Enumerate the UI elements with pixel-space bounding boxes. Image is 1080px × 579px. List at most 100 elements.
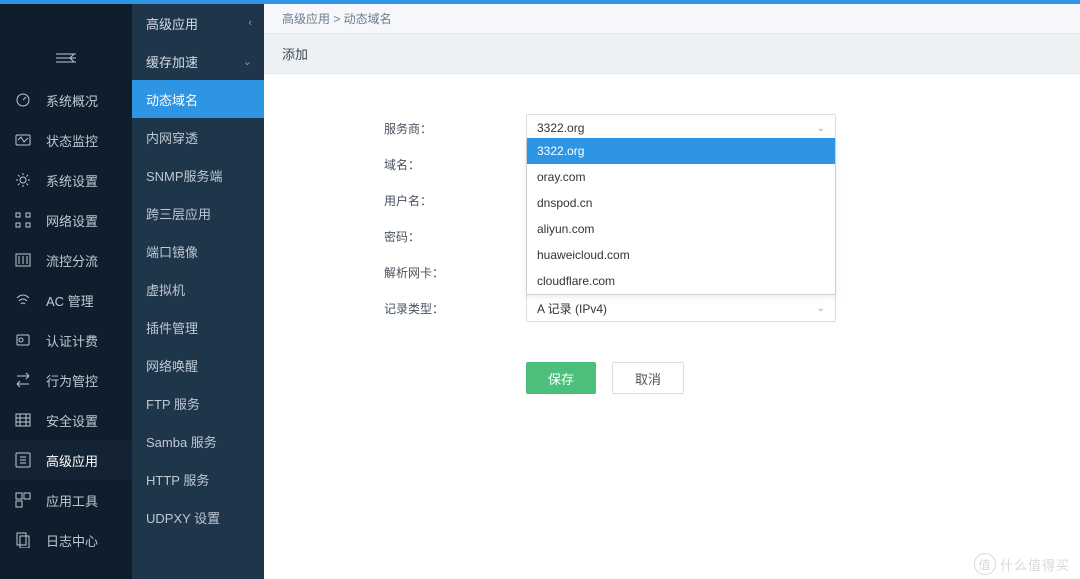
nav-item-ac-management[interactable]: AC 管理 xyxy=(0,280,132,320)
label-password: 密码： xyxy=(264,228,414,245)
save-button[interactable]: 保存 xyxy=(526,362,596,394)
sec-item-label: SNMP服务端 xyxy=(146,166,223,185)
form-area: 服务商： 3322.org ⌄ 域名： * 用户名： xyxy=(264,74,1080,394)
nav-label: 流控分流 xyxy=(46,251,98,270)
sec-item-port-mirror[interactable]: 端口镜像 xyxy=(132,232,264,270)
sec-item-label: 虚拟机 xyxy=(146,280,185,299)
option-label: huaweicloud.com xyxy=(537,248,630,262)
option-label: 3322.org xyxy=(537,144,584,158)
nav-label: AC 管理 xyxy=(46,291,94,310)
nav-item-network-settings[interactable]: 网络设置 xyxy=(0,200,132,240)
nav-label: 应用工具 xyxy=(46,491,98,510)
logo-collapse-area[interactable] xyxy=(0,4,132,80)
nav-item-system-overview[interactable]: 系统概况 xyxy=(0,80,132,120)
sec-item-label: 内网穿透 xyxy=(146,128,198,147)
nav-item-auth-billing[interactable]: 认证计费 xyxy=(0,320,132,360)
nav-item-app-tools[interactable]: 应用工具 xyxy=(0,480,132,520)
sec-item-label: 网络唤醒 xyxy=(146,356,198,375)
secondary-group[interactable]: 缓存加速 ⌄ xyxy=(132,42,264,80)
nav-label: 系统设置 xyxy=(46,171,98,190)
watermark-text: 什么值得买 xyxy=(1000,555,1070,574)
select-record-type-value: A 记录 (IPv4) xyxy=(537,300,607,317)
option-label: aliyun.com xyxy=(537,222,594,236)
nav-label: 系统概况 xyxy=(46,91,98,110)
page-title: 添加 xyxy=(264,34,1080,74)
nav-label: 日志中心 xyxy=(46,531,98,550)
wifi-icon xyxy=(14,291,32,309)
gear-icon xyxy=(14,171,32,189)
sec-item-udpxy[interactable]: UDPXY 设置 xyxy=(132,498,264,536)
breadcrumb: 高级应用 > 动态域名 xyxy=(264,4,1080,34)
sec-item-ftp[interactable]: FTP 服务 xyxy=(132,384,264,422)
monitor-icon xyxy=(14,131,32,149)
dropdown-option[interactable]: aliyun.com xyxy=(527,216,835,242)
sec-item-ddns[interactable]: 动态域名 xyxy=(132,80,264,118)
sec-item-plugin[interactable]: 插件管理 xyxy=(132,308,264,346)
nav-item-advanced-apps[interactable]: 高级应用 xyxy=(0,440,132,480)
select-provider-value: 3322.org xyxy=(537,121,584,135)
nav-item-security-settings[interactable]: 安全设置 xyxy=(0,400,132,440)
network-icon xyxy=(14,211,32,229)
cancel-button[interactable]: 取消 xyxy=(612,362,684,394)
option-label: dnspod.cn xyxy=(537,196,592,210)
chevron-left-icon: ‹ xyxy=(248,17,252,29)
watermark: 值 什么值得买 xyxy=(974,553,1070,575)
buttons-row: 保存 取消 xyxy=(526,362,1080,394)
page-title-text: 添加 xyxy=(282,44,308,63)
sec-item-cross-layer[interactable]: 跨三层应用 xyxy=(132,194,264,232)
behavior-icon xyxy=(14,371,32,389)
label-domain: 域名： xyxy=(264,156,414,173)
nav-item-log-center[interactable]: 日志中心 xyxy=(0,520,132,560)
dropdown-option[interactable]: oray.com xyxy=(527,164,835,190)
label-record-type: 记录类型： xyxy=(264,300,414,317)
nav-item-status-monitor[interactable]: 状态监控 xyxy=(0,120,132,160)
sec-item-label: 插件管理 xyxy=(146,318,198,337)
chevron-down-icon: ⌄ xyxy=(817,123,825,134)
nav-label: 行为管控 xyxy=(46,371,98,390)
dropdown-option[interactable]: cloudflare.com xyxy=(527,268,835,294)
sec-item-samba[interactable]: Samba 服务 xyxy=(132,422,264,460)
secondary-header[interactable]: 高级应用 ‹ xyxy=(132,4,264,42)
dropdown-option[interactable]: dnspod.cn xyxy=(527,190,835,216)
chevron-down-icon: ⌄ xyxy=(243,55,252,68)
sec-item-label: 跨三层应用 xyxy=(146,204,211,223)
sec-item-label: UDPXY 设置 xyxy=(146,508,220,527)
nav-item-flow-control[interactable]: 流控分流 xyxy=(0,240,132,280)
primary-sidebar: 系统概况 状态监控 系统设置 网络设置 流控分流 AC 管理 认证计费 行为管 xyxy=(0,4,132,579)
nav-item-behavior-control[interactable]: 行为管控 xyxy=(0,360,132,400)
watermark-icon: 值 xyxy=(974,553,996,575)
apps-icon xyxy=(14,451,32,469)
sec-item-http[interactable]: HTTP 服务 xyxy=(132,460,264,498)
secondary-header-label: 高级应用 xyxy=(146,14,198,33)
tools-icon xyxy=(14,491,32,509)
nav-label: 安全设置 xyxy=(46,411,98,430)
flow-icon xyxy=(14,251,32,269)
nav-label: 认证计费 xyxy=(46,331,98,350)
nav-label: 网络设置 xyxy=(46,211,98,230)
sec-item-label: HTTP 服务 xyxy=(146,470,209,489)
option-label: cloudflare.com xyxy=(537,274,615,288)
breadcrumb-text: 高级应用 > 动态域名 xyxy=(282,10,392,27)
dropdown-option[interactable]: huaweicloud.com xyxy=(527,242,835,268)
nav-item-system-settings[interactable]: 系统设置 xyxy=(0,160,132,200)
sec-item-label: FTP 服务 xyxy=(146,394,200,413)
collapse-icon xyxy=(56,50,76,66)
dropdown-option[interactable]: 3322.org xyxy=(527,138,835,164)
auth-icon xyxy=(14,331,32,349)
secondary-group-label: 缓存加速 xyxy=(146,52,198,71)
logs-icon xyxy=(14,531,32,549)
main-content: 高级应用 > 动态域名 添加 服务商： 3322.org ⌄ 域名： xyxy=(264,4,1080,579)
sec-item-label: 端口镜像 xyxy=(146,242,198,261)
nav-label: 状态监控 xyxy=(46,131,98,150)
secondary-sidebar: 高级应用 ‹ 缓存加速 ⌄ 动态域名 内网穿透 SNMP服务端 跨三层应用 端口… xyxy=(132,4,264,579)
sec-item-intranet[interactable]: 内网穿透 xyxy=(132,118,264,156)
sec-item-label: 动态域名 xyxy=(146,90,198,109)
sec-item-wol[interactable]: 网络唤醒 xyxy=(132,346,264,384)
label-nic: 解析网卡： xyxy=(264,264,414,281)
sec-item-vm[interactable]: 虚拟机 xyxy=(132,270,264,308)
select-record-type[interactable]: A 记录 (IPv4) ⌄ xyxy=(526,294,836,322)
option-label: oray.com xyxy=(537,170,585,184)
label-username: 用户名： xyxy=(264,192,414,209)
row-record-type: 记录类型： A 记录 (IPv4) ⌄ * xyxy=(264,290,1080,326)
sec-item-snmp[interactable]: SNMP服务端 xyxy=(132,156,264,194)
